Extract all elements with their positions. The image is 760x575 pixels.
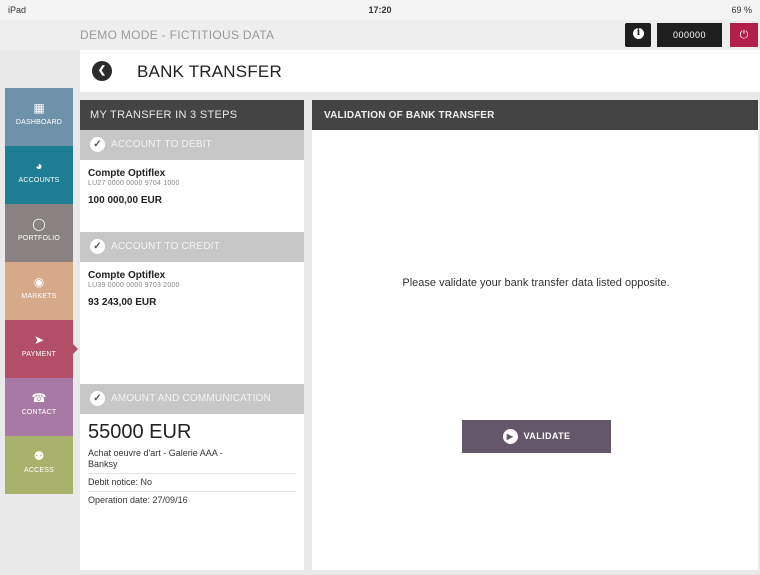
sidebar-item-accounts[interactable]: ◕ ACCOUNTS <box>5 146 73 204</box>
account-name: Compte Optiflex <box>88 270 166 281</box>
sidebar-item-label: PAYMENT <box>21 351 57 358</box>
communication-line: Achat oeuvre d'art - Galerie AAA - <box>88 448 223 458</box>
sidebar-nav: ▦ DASHBOARD ◕ ACCOUNTS ◯ PORTFOLIO ◉ MAR… <box>5 88 78 494</box>
pie-chart-icon: ◕ <box>35 159 43 173</box>
communication-line: Banksy <box>88 459 118 469</box>
sidebar-item-markets[interactable]: ◉ MARKETS <box>5 262 73 320</box>
account-balance: 100 000,00 EUR <box>88 195 162 206</box>
divider <box>88 491 296 492</box>
power-icon: ⏻ <box>739 29 749 41</box>
sidebar-item-label: CONTACT <box>21 409 57 416</box>
steps-panel-header: MY TRANSFER IN 3 STEPS <box>80 100 304 130</box>
sidebar-item-label: DASHBOARD <box>15 119 63 126</box>
validate-button-label: VALIDATE <box>523 431 571 441</box>
credit-account-card[interactable]: Compte Optiflex LU39 0000 0000 9703 2000… <box>80 262 304 384</box>
globe-icon: ◉ <box>33 275 45 289</box>
step-account-to-credit[interactable]: ✓ ACCOUNT TO CREDIT <box>80 232 304 262</box>
account-balance: 93 243,00 EUR <box>88 297 157 308</box>
circle-icon: ◯ <box>32 217 46 231</box>
clock: 17:20 <box>368 5 392 15</box>
debit-notice: Debit notice: No <box>88 477 153 487</box>
debit-account-card[interactable]: Compte Optiflex LU27 0000 0000 9704 1000… <box>80 160 304 232</box>
divider <box>88 473 296 474</box>
payment-icon: ➤ <box>33 333 45 347</box>
sidebar-item-label: ACCOUNTS <box>18 177 60 184</box>
title-bar: ❮ BANK TRANSFER <box>80 50 760 92</box>
validation-message: Please validate your bank transfer data … <box>402 277 670 289</box>
account-name: Compte Optiflex <box>88 168 166 179</box>
grid-icon: ▦ <box>33 101 45 115</box>
validate-button[interactable]: ▶ VALIDATE <box>462 420 611 453</box>
checkmark-icon: ✓ <box>90 136 105 152</box>
sidebar-item-label: ACCESS <box>24 467 54 474</box>
top-bar: DEMO MODE - FICTITIOUS DATA i 000000 ⏻ <box>0 20 760 50</box>
status-bar: iPad 17:20 69 % <box>0 0 760 20</box>
checkmark-icon: ✓ <box>90 390 105 406</box>
sidebar-item-access[interactable]: ⚉ ACCESS <box>5 436 73 494</box>
transfer-amount: 55000 EUR <box>88 421 192 443</box>
transfer-steps-panel: MY TRANSFER IN 3 STEPS ✓ ACCOUNT TO DEBIT… <box>80 100 304 570</box>
sidebar-item-dashboard[interactable]: ▦ DASHBOARD <box>5 88 73 146</box>
sidebar-item-payment[interactable]: ➤ PAYMENT <box>5 320 78 378</box>
play-icon: ▶ <box>502 429 518 445</box>
checkmark-icon: ✓ <box>90 238 105 254</box>
validation-panel: VALIDATION OF BANK TRANSFER Please valid… <box>312 100 758 570</box>
step-amount-and-communication[interactable]: ✓ AMOUNT AND COMMUNICATION <box>80 384 304 414</box>
amount-details[interactable]: 55000 EUR Achat oeuvre d'art - Galerie A… <box>80 414 304 506</box>
battery-level: 69 % <box>731 5 752 15</box>
demo-mode-label: DEMO MODE - FICTITIOUS DATA <box>80 28 275 42</box>
step-label: ACCOUNT TO DEBIT <box>111 139 212 150</box>
operation-date: Operation date: 27/09/16 <box>88 495 188 505</box>
account-iban: LU39 0000 0000 9703 2000 <box>88 282 180 289</box>
back-button[interactable]: ❮ <box>92 61 112 81</box>
sidebar-item-label: PORTFOLIO <box>17 235 61 242</box>
logout-button[interactable]: ⏻ <box>730 23 758 47</box>
account-iban: LU27 0000 0000 9704 1000 <box>88 180 180 187</box>
step-account-to-debit[interactable]: ✓ ACCOUNT TO DEBIT <box>80 130 304 160</box>
sidebar-item-portfolio[interactable]: ◯ PORTFOLIO <box>5 204 73 262</box>
phone-icon: ☎ <box>31 391 47 405</box>
back-arrow-icon: ❮ <box>97 65 107 76</box>
sidebar-item-label: MARKETS <box>21 293 57 300</box>
info-button[interactable]: i <box>625 23 651 47</box>
sidebar-item-contact[interactable]: ☎ CONTACT <box>5 378 73 436</box>
client-code: 000000 <box>657 23 722 47</box>
info-icon: i <box>633 28 644 39</box>
key-icon: ⚉ <box>33 449 45 463</box>
step-label: AMOUNT AND COMMUNICATION <box>111 393 271 404</box>
page-title: BANK TRANSFER <box>137 62 282 81</box>
validation-panel-header: VALIDATION OF BANK TRANSFER <box>312 100 758 130</box>
step-label: ACCOUNT TO CREDIT <box>111 241 220 252</box>
